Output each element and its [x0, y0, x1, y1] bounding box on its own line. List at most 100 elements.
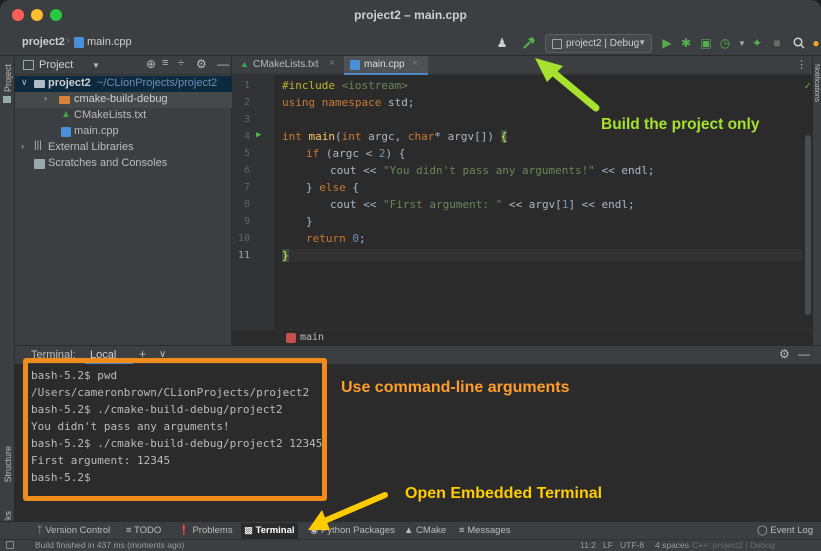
line-number: 3	[243, 114, 250, 125]
file-encoding[interactable]: UTF-8	[620, 540, 644, 550]
right-tool-strip: Notifications	[812, 56, 821, 345]
tree-item-cmake-build-debug[interactable]: › cmake-build-debug	[15, 92, 232, 108]
line-number: 10	[237, 233, 250, 244]
run-gutter-icon[interactable]: ▶	[256, 130, 261, 140]
attach-debugger-icon[interactable]: ✦	[748, 34, 766, 52]
line-number: 6	[243, 165, 250, 176]
cpp-file-icon	[74, 37, 84, 48]
terminal-tab-local[interactable]: Local	[90, 349, 116, 361]
code-line-11: }	[282, 249, 802, 262]
status-message: Build finished in 437 ms (moments ago)	[35, 540, 185, 550]
code-line-9: }	[306, 215, 313, 228]
tree-item-label: Scratches and Consoles	[48, 157, 168, 169]
hide-panel-icon[interactable]: —	[217, 57, 229, 71]
editor-scrollbar[interactable]	[805, 135, 811, 315]
tab-label: main.cpp	[364, 59, 405, 70]
problems-tool-button[interactable]: ❗ Problems	[178, 525, 233, 536]
tab-label: CMakeLists.txt	[253, 59, 319, 70]
code-line-5: if (argc < 2) {	[306, 147, 406, 160]
terminal-title: Terminal:	[31, 349, 76, 361]
coverage-icon[interactable]: ▣	[697, 34, 715, 52]
run-icon[interactable]: ▶	[658, 34, 676, 52]
function-icon	[286, 333, 296, 343]
close-tab-icon[interactable]: ×	[412, 58, 418, 69]
debug-bug-icon[interactable]: ✱	[677, 34, 695, 52]
hide-panel-icon[interactable]: —	[798, 347, 810, 361]
library-icon: |||	[34, 140, 42, 151]
folder-icon	[59, 96, 70, 104]
breadcrumb-separator: ›	[66, 35, 70, 47]
indent-setting[interactable]: 4 spaces	[655, 540, 689, 550]
chevron-down-icon: ∨	[21, 77, 28, 87]
tab-main-cpp[interactable]: main.cpp ×	[344, 56, 428, 75]
gear-icon[interactable]: ⚙	[779, 347, 790, 361]
profile-icon[interactable]: ◷	[716, 34, 734, 52]
structure-tool-window-button[interactable]: Structure	[3, 446, 13, 483]
chevron-down-icon[interactable]: ∨	[159, 349, 166, 360]
search-icon[interactable]	[790, 34, 808, 52]
code-line-1: #include <iostream>	[282, 79, 408, 92]
code-line-6: cout << "You didn't pass any arguments!"…	[330, 164, 655, 177]
breadcrumb-function[interactable]: main	[300, 332, 324, 343]
line-separator[interactable]: LF	[603, 540, 613, 550]
caret-position[interactable]: 11:2	[580, 540, 596, 550]
run-configuration-select[interactable]: project2 | Debug ▼	[545, 34, 652, 53]
annotation-command-line-args: Use command-line arguments	[341, 379, 570, 396]
chevron-down-icon[interactable]: ▼	[92, 61, 100, 70]
editor-gutter: 1 2 3 4 5 6 7 8 9 10 11 ▶	[232, 75, 274, 345]
project-panel: Project ▼ ⊕ ≡ ÷ ⚙ — ∨ project2 ~/CLionPr…	[15, 56, 232, 345]
locate-icon[interactable]: ⊕	[146, 57, 156, 71]
terminal-line: You didn't pass any arguments!	[31, 420, 230, 433]
line-number: 1	[243, 80, 250, 91]
cpp-file-icon	[61, 127, 71, 137]
cmake-icon: ▲	[61, 109, 71, 120]
breadcrumb-project[interactable]: project2	[22, 36, 65, 48]
close-tab-icon[interactable]: ×	[329, 58, 335, 69]
new-terminal-tab-button[interactable]: +	[139, 347, 146, 361]
gear-icon[interactable]: ⚙	[196, 57, 207, 71]
more-options-icon[interactable]: ⋮	[796, 58, 807, 71]
no-problems-check-icon[interactable]: ✓	[804, 79, 811, 92]
terminal-line: /Users/cameronbrown/CLionProjects/projec…	[31, 386, 310, 399]
messages-tool-button[interactable]: ≡ Messages	[459, 525, 511, 536]
account-icon[interactable]: ♟	[493, 34, 511, 52]
resolve-context[interactable]: C++: project2 | Debug	[692, 540, 775, 550]
scratches-icon	[34, 159, 45, 169]
tree-item-external-libraries[interactable]: › ||| External Libraries	[15, 140, 232, 156]
event-log-tool-button[interactable]: ◯ Event Log	[757, 525, 813, 536]
project-tool-window-button[interactable]: Project	[3, 64, 13, 92]
notifications-tool-window-button[interactable]: Notifications	[813, 64, 820, 102]
terminal-line: bash-5.2$ pwd	[31, 369, 118, 382]
cmake-tool-button[interactable]: ▲ CMake	[404, 525, 446, 536]
python-packages-tool-button[interactable]: ◉ Python Packages	[310, 525, 395, 536]
window-title: project2 – main.cpp	[354, 8, 467, 22]
updates-icon[interactable]: ●	[807, 34, 821, 52]
breadcrumb-file[interactable]: main.cpp	[87, 36, 132, 48]
terminal-line: bash-5.2$ ./cmake-build-debug/project2	[31, 403, 283, 416]
line-number: 11	[237, 250, 250, 261]
left-tool-strip: Project Structure Bookmarks	[0, 56, 15, 551]
expand-all-icon[interactable]: ≡	[162, 57, 168, 69]
tree-item-cmakelists[interactable]: ▲ CMakeLists.txt	[15, 108, 232, 124]
tree-item-project-root[interactable]: ∨ project2 ~/CLionProjects/project2	[15, 76, 232, 92]
annotation-embedded-terminal: Open Embedded Terminal	[405, 485, 603, 502]
collapse-all-icon[interactable]: ÷	[178, 57, 184, 69]
todo-tool-button[interactable]: ≡ TODO	[126, 525, 161, 536]
project-view-icon	[23, 60, 34, 70]
stop-icon[interactable]: ■	[768, 34, 786, 52]
bottom-tool-bar: ᛉ Version Control ≡ TODO ❗ Problems ▩ Te…	[0, 521, 821, 539]
terminal-tool-button[interactable]: ▩ Terminal	[241, 523, 298, 539]
tab-cmakelists[interactable]: ▲ CMakeLists.txt ×	[232, 56, 344, 75]
tree-item-main-cpp[interactable]: main.cpp	[15, 124, 232, 140]
chevron-right-icon: ›	[44, 93, 47, 103]
tree-item-scratches[interactable]: Scratches and Consoles	[15, 156, 232, 172]
chevron-down-icon: ▼	[638, 38, 646, 47]
project-view-title[interactable]: Project	[39, 59, 73, 71]
terminal-line: First argument: 12345	[31, 454, 171, 467]
toggle-tool-windows-icon[interactable]	[6, 541, 14, 549]
line-number: 8	[243, 199, 250, 210]
line-number: 4	[243, 131, 250, 142]
version-control-tool-button[interactable]: ᛉ Version Control	[37, 525, 110, 536]
build-hammer-icon[interactable]	[520, 34, 538, 52]
run-configuration-label: project2 | Debug	[566, 38, 640, 49]
